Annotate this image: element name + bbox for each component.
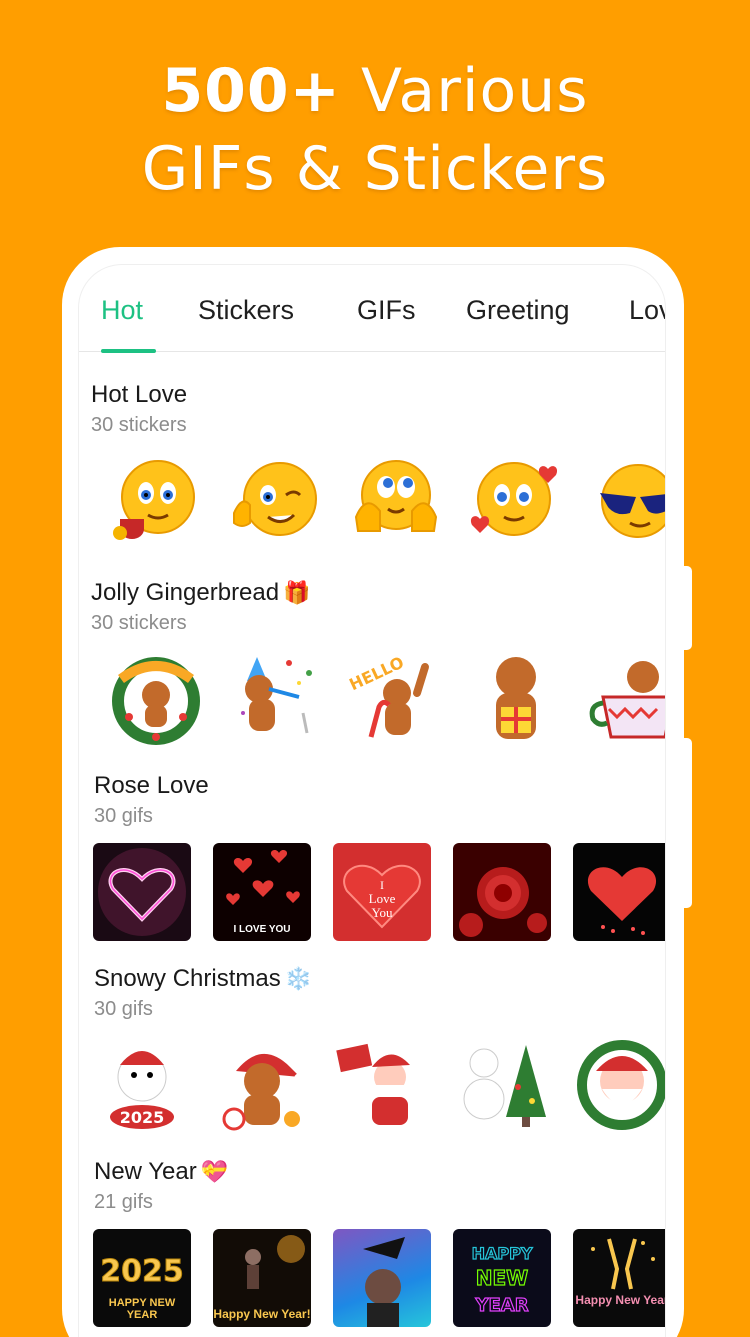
headline-count: 500+: [161, 56, 341, 126]
section-title: Hot Love: [91, 381, 188, 408]
snowman-2025-icon[interactable]: 2025: [93, 1036, 191, 1134]
phone-side-button: [684, 738, 692, 908]
gift-icon: 🎁: [283, 580, 311, 605]
section-title: Rose Love: [94, 772, 209, 799]
gif-row: I LOVE YOU I Love You: [93, 843, 665, 943]
emoji-sunglasses-icon[interactable]: [587, 452, 665, 550]
gingerbread-gift-icon[interactable]: [467, 650, 565, 748]
active-tab-indicator: [101, 349, 156, 353]
neon-heart-gif[interactable]: [93, 843, 191, 941]
gingerbread-mug-icon[interactable]: [587, 650, 665, 748]
section-new-year[interactable]: New Year 💝 21 gifs 2025 HAPPY NEW YEAR Ha…: [79, 1157, 666, 1337]
santa-wreath-icon[interactable]: [573, 1036, 665, 1134]
section-count: 30 stickers: [91, 612, 187, 634]
svg-text:HAPPY: HAPPY: [472, 1244, 533, 1263]
section-hot-love[interactable]: Hot Love 30 stickers: [79, 380, 665, 570]
tab-hot[interactable]: Hot: [101, 293, 143, 327]
svg-text:YEAR: YEAR: [474, 1295, 528, 1316]
tab-stickers[interactable]: Stickers: [198, 293, 294, 327]
party-hat-gif[interactable]: [333, 1229, 431, 1327]
snowflake-icon: ❄️: [284, 966, 313, 991]
svg-text:I: I: [380, 878, 384, 892]
heart-ribbon-icon: 💝: [200, 1159, 229, 1184]
tab-gifs[interactable]: GIFs: [357, 293, 416, 327]
gif-caption: Happy New Year!: [213, 1307, 311, 1321]
gif-caption: HAPPY NEW YEAR: [108, 1297, 176, 1321]
headline-line-1: 500+ Various: [0, 52, 750, 130]
gif-caption: Happy New Year: [575, 1293, 666, 1307]
sticker-row: 2025: [93, 1036, 665, 1136]
section-count: 30 stickers: [91, 414, 187, 436]
section-title: Snowy Christmas ❄️: [94, 965, 313, 992]
sticker-row: HELLO: [93, 650, 665, 750]
svg-text:You: You: [371, 905, 393, 920]
gingerbread-wreath-icon[interactable]: [107, 650, 205, 748]
section-snowy-christmas[interactable]: Snowy Christmas ❄️ 30 gifs 2025: [79, 964, 665, 1154]
red-rose-gif[interactable]: [453, 843, 551, 941]
i-love-you-hearts-gif[interactable]: I LOVE YOU: [213, 843, 311, 941]
champagne-new-year-gif[interactable]: Happy New Year: [573, 1229, 666, 1327]
gif-caption: I LOVE YOU: [233, 924, 291, 935]
snowman-tree-icon[interactable]: [453, 1036, 551, 1134]
i-love-you-balloons-gif[interactable]: I Love You: [333, 843, 431, 941]
app-screen: Hot Stickers GIFs Greeting Love Hot Love…: [78, 264, 666, 1337]
gingerbread-hello-icon[interactable]: HELLO: [347, 650, 445, 748]
svg-text:NEW: NEW: [476, 1266, 528, 1290]
headline-line-2: GIFs & Stickers: [141, 134, 609, 204]
emoji-tea-icon[interactable]: [107, 452, 205, 550]
tab-greeting[interactable]: Greeting: [466, 293, 570, 327]
section-count: 30 gifs: [94, 998, 153, 1020]
glitter-heart-gif[interactable]: [573, 843, 665, 941]
section-title: Jolly Gingerbread 🎁: [91, 579, 311, 606]
neon-new-year-gif[interactable]: HAPPY NEW YEAR: [453, 1229, 551, 1327]
emoji-wink-icon[interactable]: [227, 452, 325, 550]
svg-text:2025: 2025: [120, 1108, 165, 1127]
section-title: New Year 💝: [94, 1158, 229, 1185]
emoji-hearts-icon[interactable]: [467, 452, 565, 550]
sticker-row: [93, 452, 665, 552]
section-count: 30 gifs: [94, 805, 153, 827]
headline-various: Various: [361, 56, 589, 126]
emoji-dreamy-icon[interactable]: [347, 452, 445, 550]
section-jolly-gingerbread[interactable]: Jolly Gingerbread 🎁 30 stickers HELLO: [79, 578, 665, 768]
santa-sign-icon[interactable]: [333, 1036, 431, 1134]
gingerbread-party-icon[interactable]: [227, 650, 325, 748]
happy-new-year-2025-gif[interactable]: 2025 HAPPY NEW YEAR: [93, 1229, 191, 1327]
gingerbread-santa-hat-icon[interactable]: [213, 1036, 311, 1134]
phone-side-button: [684, 566, 692, 650]
section-count: 21 gifs: [94, 1191, 153, 1213]
tab-love[interactable]: Love: [629, 293, 665, 327]
gif-row: 2025 HAPPY NEW YEAR Happy New Year! HAPP…: [93, 1229, 666, 1329]
category-tabs: Hot Stickers GIFs Greeting Love: [79, 265, 665, 353]
happy-new-year-dance-gif[interactable]: Happy New Year!: [213, 1229, 311, 1327]
svg-text:Love: Love: [369, 891, 396, 906]
promo-headline: 500+ Various GIFs & Stickers: [0, 52, 750, 208]
section-rose-love[interactable]: Rose Love 30 gifs I LOVE YOU I Love You: [79, 771, 665, 961]
svg-text:2025: 2025: [100, 1254, 184, 1289]
